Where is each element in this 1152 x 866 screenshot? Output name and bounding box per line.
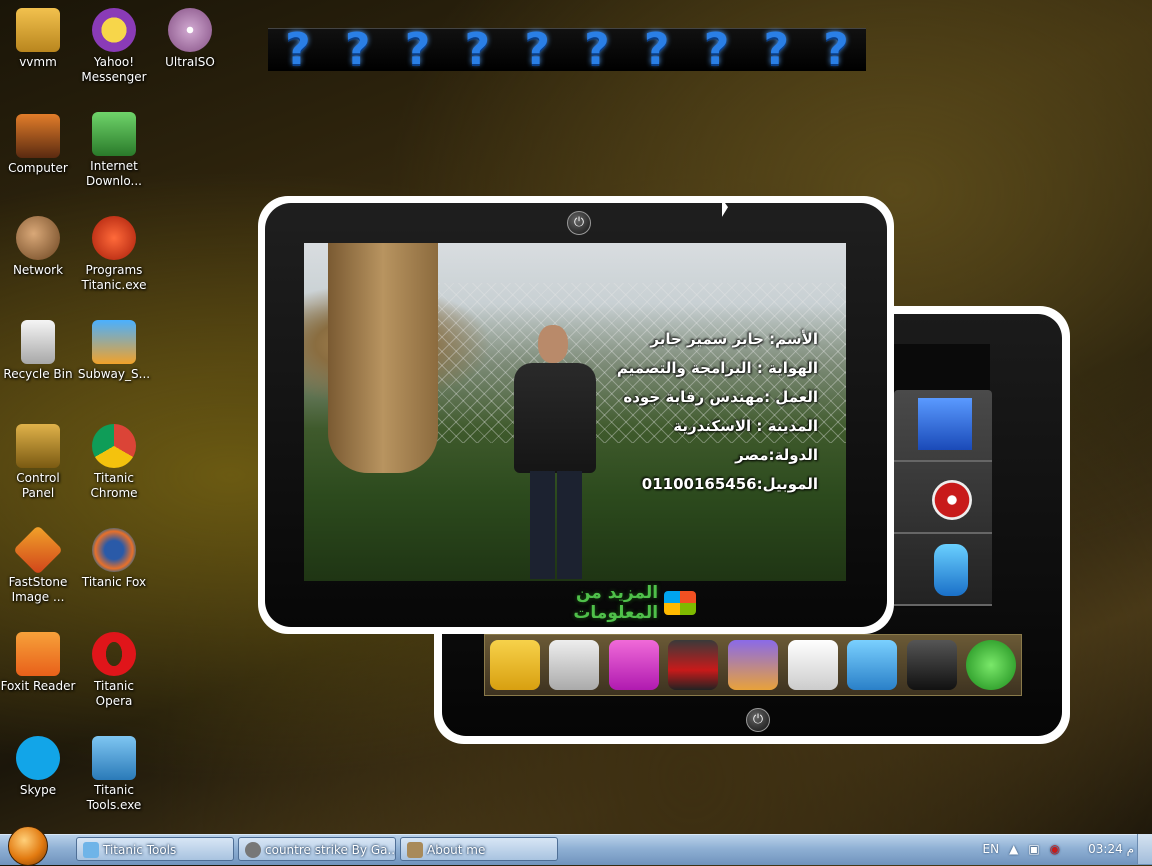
yahoo-messenger-icon	[92, 8, 136, 52]
question-mark-10[interactable]: ?	[823, 28, 849, 72]
desktop-icon-subway-surfers[interactable]: Subway_S...	[76, 320, 152, 382]
profile-name: الأسم: جابر سمير جابر	[650, 330, 818, 348]
spray-bottle-icon[interactable]	[934, 544, 968, 596]
app-shelf	[894, 390, 992, 606]
folder-icon	[16, 8, 60, 52]
clock-time: 03:24	[1088, 842, 1123, 856]
question-mark-7[interactable]: ?	[644, 28, 670, 72]
desktop-icon-titanic-fox[interactable]: Titanic Fox	[76, 528, 152, 590]
taskbar-item-about-me[interactable]: About me	[400, 837, 558, 861]
programs-icon	[92, 216, 136, 260]
tree-trunk	[328, 243, 438, 473]
profile-mobile: الموبيل:01100165456	[641, 475, 818, 493]
show-desktop-button[interactable]	[1137, 834, 1152, 864]
question-mark-6[interactable]: ?	[584, 28, 610, 72]
game-controller-icon[interactable]	[549, 640, 600, 690]
front-power-button[interactable]: ⏻	[567, 211, 591, 235]
home-icon[interactable]	[966, 640, 1017, 690]
desktop-icon-programs-titanic[interactable]: Programs Titanic.exe	[76, 216, 152, 293]
contacts-icon[interactable]	[906, 640, 957, 690]
mouse-cursor	[722, 198, 728, 220]
tools-app-icon[interactable]	[489, 640, 540, 690]
photo-icon	[407, 842, 423, 858]
question-mark-4[interactable]: ?	[465, 28, 491, 72]
download-manager-icon	[92, 112, 136, 156]
person	[500, 325, 610, 581]
opera-icon	[92, 632, 136, 676]
photos-icon[interactable]	[727, 640, 778, 690]
start-button[interactable]	[8, 826, 48, 866]
taskbar-item-counter-strike[interactable]: countre strike By Ga...	[238, 837, 396, 861]
profile-photo: الأسم: جابر سمير جابر الهواية : البرامجة…	[304, 243, 846, 581]
cleaner-icon[interactable]	[847, 640, 898, 690]
taskbar-item-titanic-tools[interactable]: Titanic Tools	[76, 837, 234, 861]
windows-logo-icon	[664, 591, 696, 615]
tools-icon	[83, 842, 99, 858]
desktop-icon-internet-download-manager[interactable]: Internet Downlo...	[76, 112, 152, 189]
skype-icon	[16, 736, 60, 780]
clock[interactable]: 03:24 م	[1088, 842, 1134, 856]
question-mark-1[interactable]: ?	[285, 28, 311, 72]
profile-country: الدولة:مصر	[735, 446, 818, 464]
desktop-icon-computer[interactable]: Computer	[0, 114, 76, 176]
profile-hobby: الهواية : البرامجة والتصميم	[616, 359, 818, 377]
ultraiso-icon	[168, 8, 212, 52]
gift-icon[interactable]	[608, 640, 659, 690]
system-tray: EN ▲ ▣ ◉ 03:24 م	[983, 834, 1134, 864]
question-mark-8[interactable]: ?	[704, 28, 730, 72]
language-indicator[interactable]: EN	[983, 842, 1000, 856]
desktop-icon-recycle-bin[interactable]: Recycle Bin	[0, 320, 76, 382]
question-mark-bar: ? ? ? ? ? ? ? ? ? ?	[268, 28, 866, 72]
chevron-up-icon[interactable]: ▲	[1009, 842, 1018, 856]
desktop-icon-foxit-reader[interactable]: Foxit Reader	[0, 632, 76, 694]
faststone-icon	[13, 525, 63, 575]
computer-icon	[16, 114, 60, 158]
desktop-icon-ultraiso[interactable]: UltraISO	[152, 8, 228, 70]
volume-icon[interactable]: ◉	[1050, 842, 1060, 856]
app-dock	[484, 634, 1022, 696]
network-tray-icon[interactable]: ▣	[1028, 842, 1039, 856]
firefox-icon	[92, 528, 136, 572]
question-mark-9[interactable]: ?	[764, 28, 790, 72]
chrome-icon	[92, 424, 136, 468]
profile-info: الأسم: جابر سمير جابر الهواية : البرامجة…	[617, 325, 818, 499]
tools-icon	[92, 736, 136, 780]
profile-city: المدينة : الاسكندرية	[673, 417, 818, 435]
desktop-icon-yahoo-messenger[interactable]: Yahoo! Messenger	[76, 8, 152, 85]
question-mark-2[interactable]: ?	[345, 28, 371, 72]
desktop-icon-skype[interactable]: Skype	[0, 736, 76, 798]
desktop-icon-titanic-chrome[interactable]: Titanic Chrome	[76, 424, 152, 501]
recycle-bin-icon	[21, 320, 55, 364]
profile-work: العمل :مهندس رقابة جوده	[623, 388, 818, 406]
clock-ampm: م	[1126, 842, 1134, 856]
more-info-link[interactable]: المزيد من المعلومات	[486, 583, 696, 623]
monitor-icon[interactable]	[668, 640, 719, 690]
foxit-reader-icon	[16, 632, 60, 676]
counter-strike-icon	[245, 842, 261, 858]
desktop-icon-control-panel[interactable]: Control Panel	[0, 424, 76, 501]
control-panel-icon	[16, 424, 60, 468]
desktop-icon-titanic-opera[interactable]: Titanic Opera	[76, 632, 152, 709]
more-info-label: المزيد من المعلومات	[573, 583, 659, 623]
desktop-icon-faststone[interactable]: FastStone Image ...	[0, 525, 76, 605]
desktop-icon-network[interactable]: Network	[0, 216, 76, 278]
network-icon	[16, 216, 60, 260]
subway-surfers-icon	[92, 320, 136, 364]
desktop-icon-vvmm[interactable]: vvmm	[0, 8, 76, 70]
castle-icon[interactable]	[918, 398, 972, 450]
music-disc-icon[interactable]	[932, 480, 972, 520]
desktop-icon-titanic-tools[interactable]: Titanic Tools.exe	[76, 736, 152, 813]
question-mark-5[interactable]: ?	[524, 28, 550, 72]
question-mark-3[interactable]: ?	[405, 28, 431, 72]
wallpapers-icon[interactable]	[787, 640, 838, 690]
back-power-button[interactable]: ⏻	[746, 708, 770, 732]
